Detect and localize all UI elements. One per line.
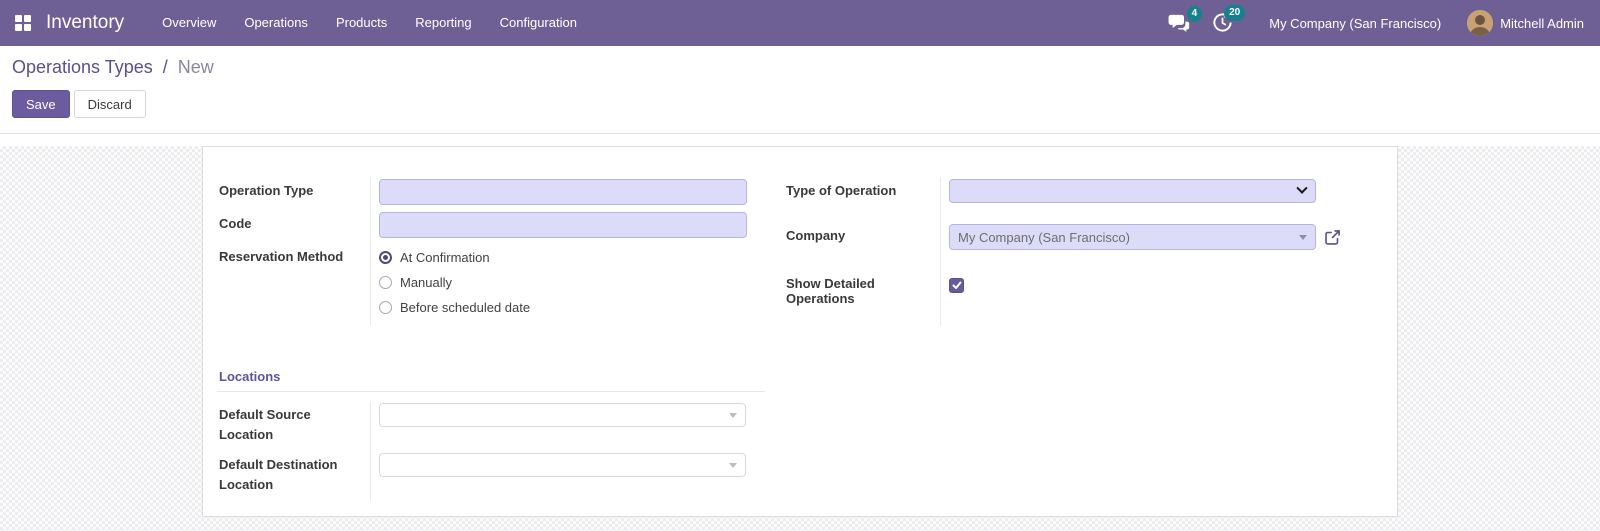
menu-item-configuration[interactable]: Configuration <box>486 0 591 46</box>
locations-section-title: Locations <box>217 369 765 392</box>
operation-type-input[interactable] <box>379 179 747 205</box>
type-of-operation-select[interactable] <box>949 179 1316 203</box>
control-panel: Operations Types / New Save Discard <box>0 46 1600 134</box>
reservation-method-group: At Confirmation Manually Before schedule… <box>370 243 765 326</box>
menu-item-operations[interactable]: Operations <box>230 0 322 46</box>
external-link-icon[interactable] <box>1324 229 1341 246</box>
menu-item-overview[interactable]: Overview <box>148 0 230 46</box>
breadcrumb: Operations Types / New <box>12 57 1600 78</box>
radio-before-scheduled-date[interactable]: Before scheduled date <box>379 295 765 320</box>
activities-button[interactable]: 20 <box>1208 5 1246 38</box>
activities-badge: 20 <box>1224 5 1246 21</box>
default-source-location-label: Default Source Location <box>219 407 311 442</box>
operation-type-label: Operation Type <box>219 183 314 198</box>
save-button[interactable]: Save <box>12 90 70 118</box>
default-destination-location-label: Default Destination Location <box>219 457 338 492</box>
caret-down-icon <box>1299 234 1307 240</box>
breadcrumb-separator: / <box>162 57 168 77</box>
radio-manually[interactable]: Manually <box>379 270 765 295</box>
chat-icon <box>1168 14 1190 36</box>
show-detailed-operations-label: Show Detailed Operations <box>786 275 875 306</box>
reservation-method-label: Reservation Method <box>219 249 344 264</box>
control-panel-buttons: Save Discard <box>12 90 1600 118</box>
caret-down-icon <box>729 412 737 418</box>
systray: 4 20 My Company (San Francisco) Mitchell… <box>1164 5 1584 38</box>
main-menu: Overview Operations Products Reporting C… <box>148 0 591 46</box>
radio-button-icon <box>379 251 392 264</box>
form-group-locations: Default Source Location Default Destinat… <box>217 401 765 501</box>
company-label: Company <box>786 228 846 244</box>
radio-at-confirmation[interactable]: At Confirmation <box>379 245 765 270</box>
radio-button-icon <box>379 301 392 314</box>
apps-grid-icon <box>15 15 31 31</box>
type-of-operation-label: Type of Operation <box>786 183 897 198</box>
chevron-down-icon <box>1296 182 1308 194</box>
show-detailed-operations-checkbox[interactable] <box>949 277 964 293</box>
menu-item-products[interactable]: Products <box>322 0 401 46</box>
check-icon <box>952 281 961 290</box>
form-sheet: Operation Type Code Reservation Method A… <box>202 146 1398 517</box>
radio-button-icon <box>379 276 392 289</box>
menu-item-reporting[interactable]: Reporting <box>401 0 485 46</box>
messages-badge: 4 <box>1186 5 1203 22</box>
clock-icon <box>1212 13 1233 36</box>
company-field[interactable]: My Company (San Francisco) <box>949 224 1316 251</box>
code-label: Code <box>219 216 252 231</box>
user-menu[interactable]: Mitchell Admin <box>1467 10 1584 36</box>
apps-menu-button[interactable] <box>10 10 36 36</box>
default-destination-location-field[interactable] <box>379 453 746 477</box>
company-switcher[interactable]: My Company (San Francisco) <box>1269 16 1441 31</box>
top-navbar: Inventory Overview Operations Products R… <box>0 0 1600 46</box>
user-name: Mitchell Admin <box>1500 15 1584 31</box>
caret-down-icon <box>729 462 737 468</box>
code-input[interactable] <box>379 212 747 238</box>
avatar <box>1467 10 1494 36</box>
app-name[interactable]: Inventory <box>46 12 124 34</box>
breadcrumb-operations-types[interactable]: Operations Types <box>12 57 153 77</box>
messages-button[interactable]: 4 <box>1164 5 1203 38</box>
company-value: My Company (San Francisco) <box>958 229 1130 245</box>
form-group-right: Type of Operation Company My Company (Sa… <box>784 177 1359 326</box>
content-background: Operation Type Code Reservation Method A… <box>0 146 1600 531</box>
form-group-left: Operation Type Code Reservation Method A… <box>217 177 765 326</box>
discard-button[interactable]: Discard <box>73 90 146 118</box>
breadcrumb-current: New <box>177 57 214 77</box>
default-source-location-field[interactable] <box>379 403 746 427</box>
